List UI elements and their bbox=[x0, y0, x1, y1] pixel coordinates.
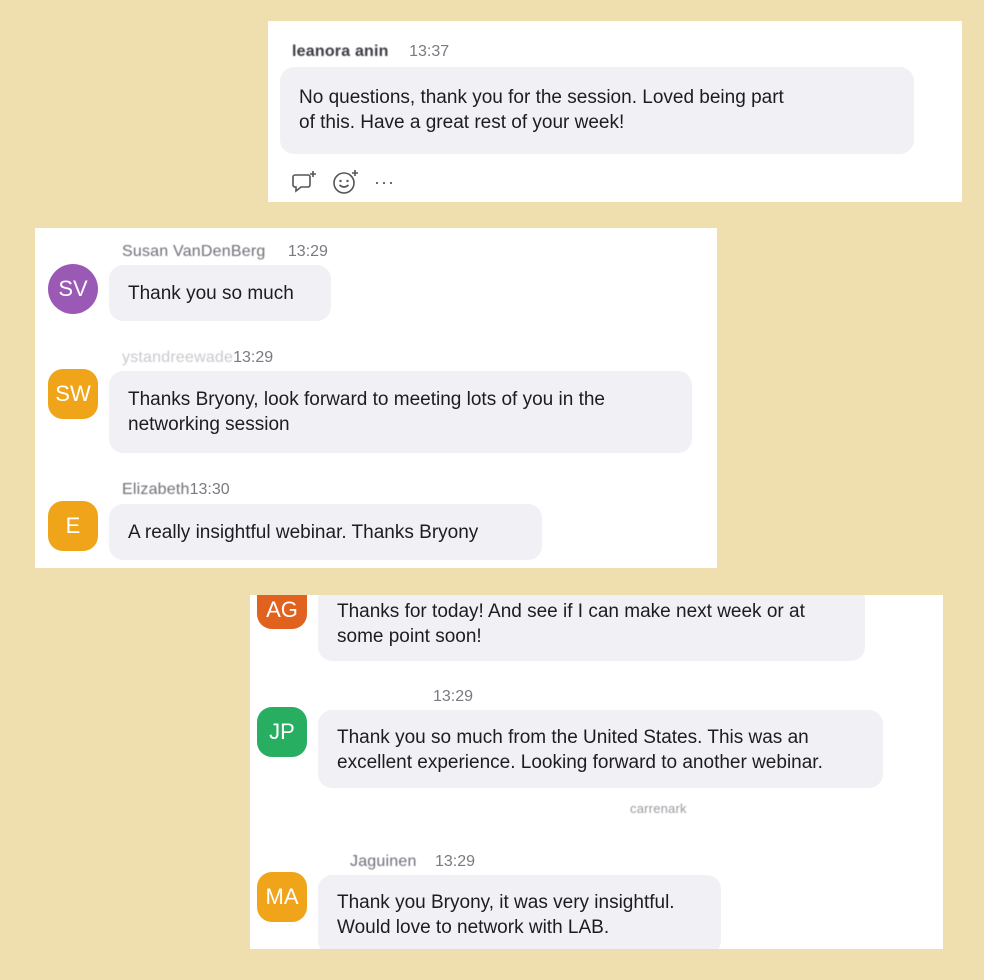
message-time: 13:37 bbox=[409, 43, 450, 60]
message-bubble[interactable]: Thank you so much from the United States… bbox=[318, 710, 883, 788]
chat-panel-top: leanora anin 13:37 No questions, thank y… bbox=[268, 21, 962, 202]
message-header: Elizabeth13:30 bbox=[122, 481, 230, 499]
message-line: Thank you so much from the United States… bbox=[337, 727, 809, 748]
avatar[interactable]: SW bbox=[48, 369, 98, 419]
avatar[interactable]: SV bbox=[48, 264, 98, 314]
message-bubble[interactable]: Thank you so much bbox=[109, 265, 331, 321]
chat-panel-bottom: AG Thanks for today! And see if I can ma… bbox=[250, 595, 943, 949]
message-line: Thank you so much bbox=[128, 283, 294, 304]
reply-icon[interactable] bbox=[292, 170, 318, 194]
message-header: ystandreewade13:29 bbox=[122, 349, 273, 367]
sender-name: leanora anin bbox=[292, 43, 389, 60]
message-line: excellent experience. Looking forward to… bbox=[337, 752, 823, 773]
avatar[interactable]: E bbox=[48, 501, 98, 551]
message-time: 13:29 bbox=[287, 243, 328, 260]
add-emoji-icon[interactable] bbox=[332, 169, 360, 195]
message-line: Thanks Bryony, look forward to meeting l… bbox=[128, 389, 605, 410]
message-line: Thank you Bryony, it was very insightful… bbox=[337, 892, 675, 913]
message-header: carrenark bbox=[630, 801, 687, 816]
message-line: networking session bbox=[128, 414, 290, 435]
message-actions: ··· bbox=[292, 169, 395, 195]
message-line: A really insightful webinar. Thanks Bryo… bbox=[128, 522, 479, 543]
sender-name: Jaguinen bbox=[350, 853, 417, 870]
message-header: Susan VanDenBerg 13:29 bbox=[122, 243, 328, 261]
message-header: Jaguinen 13:29 bbox=[350, 853, 475, 871]
message-line: No questions, thank you for the session.… bbox=[299, 87, 784, 108]
sender-name: Susan VanDenBerg bbox=[122, 243, 266, 260]
message-time: 13:29 bbox=[433, 688, 474, 705]
message-bubble[interactable]: No questions, thank you for the session.… bbox=[280, 67, 914, 154]
chat-panel-middle: Susan VanDenBerg 13:29 SV Thank you so m… bbox=[35, 228, 717, 568]
message-line: Would love to network with LAB. bbox=[337, 917, 610, 938]
message-bubble[interactable]: Thanks Bryony, look forward to meeting l… bbox=[109, 371, 692, 453]
sender-name: carrenark bbox=[630, 801, 687, 816]
message-bubble[interactable]: Thank you Bryony, it was very insightful… bbox=[318, 875, 721, 949]
message-header: leanora anin 13:37 bbox=[292, 43, 449, 61]
message-time: 13:30 bbox=[189, 481, 230, 498]
avatar-initials: AG bbox=[266, 597, 298, 622]
sender-name: ystandreewade bbox=[122, 349, 234, 366]
message-line: Thanks for today! And see if I can make … bbox=[337, 601, 805, 622]
message-bubble[interactable]: Thanks for today! And see if I can make … bbox=[318, 595, 865, 661]
message-time: 13:29 bbox=[233, 349, 274, 366]
message-header: 13:29 bbox=[433, 688, 473, 706]
avatar[interactable]: JP bbox=[257, 707, 307, 757]
message-bubble[interactable]: A really insightful webinar. Thanks Bryo… bbox=[109, 504, 542, 560]
avatar[interactable]: AG bbox=[257, 595, 307, 629]
message-line: some point soon! bbox=[337, 626, 482, 647]
more-icon[interactable]: ··· bbox=[374, 172, 395, 193]
message-time: 13:29 bbox=[435, 853, 476, 870]
sender-name: Elizabeth bbox=[122, 481, 190, 498]
message-line: of this. Have a great rest of your week! bbox=[299, 112, 625, 133]
avatar[interactable]: MA bbox=[257, 872, 307, 922]
